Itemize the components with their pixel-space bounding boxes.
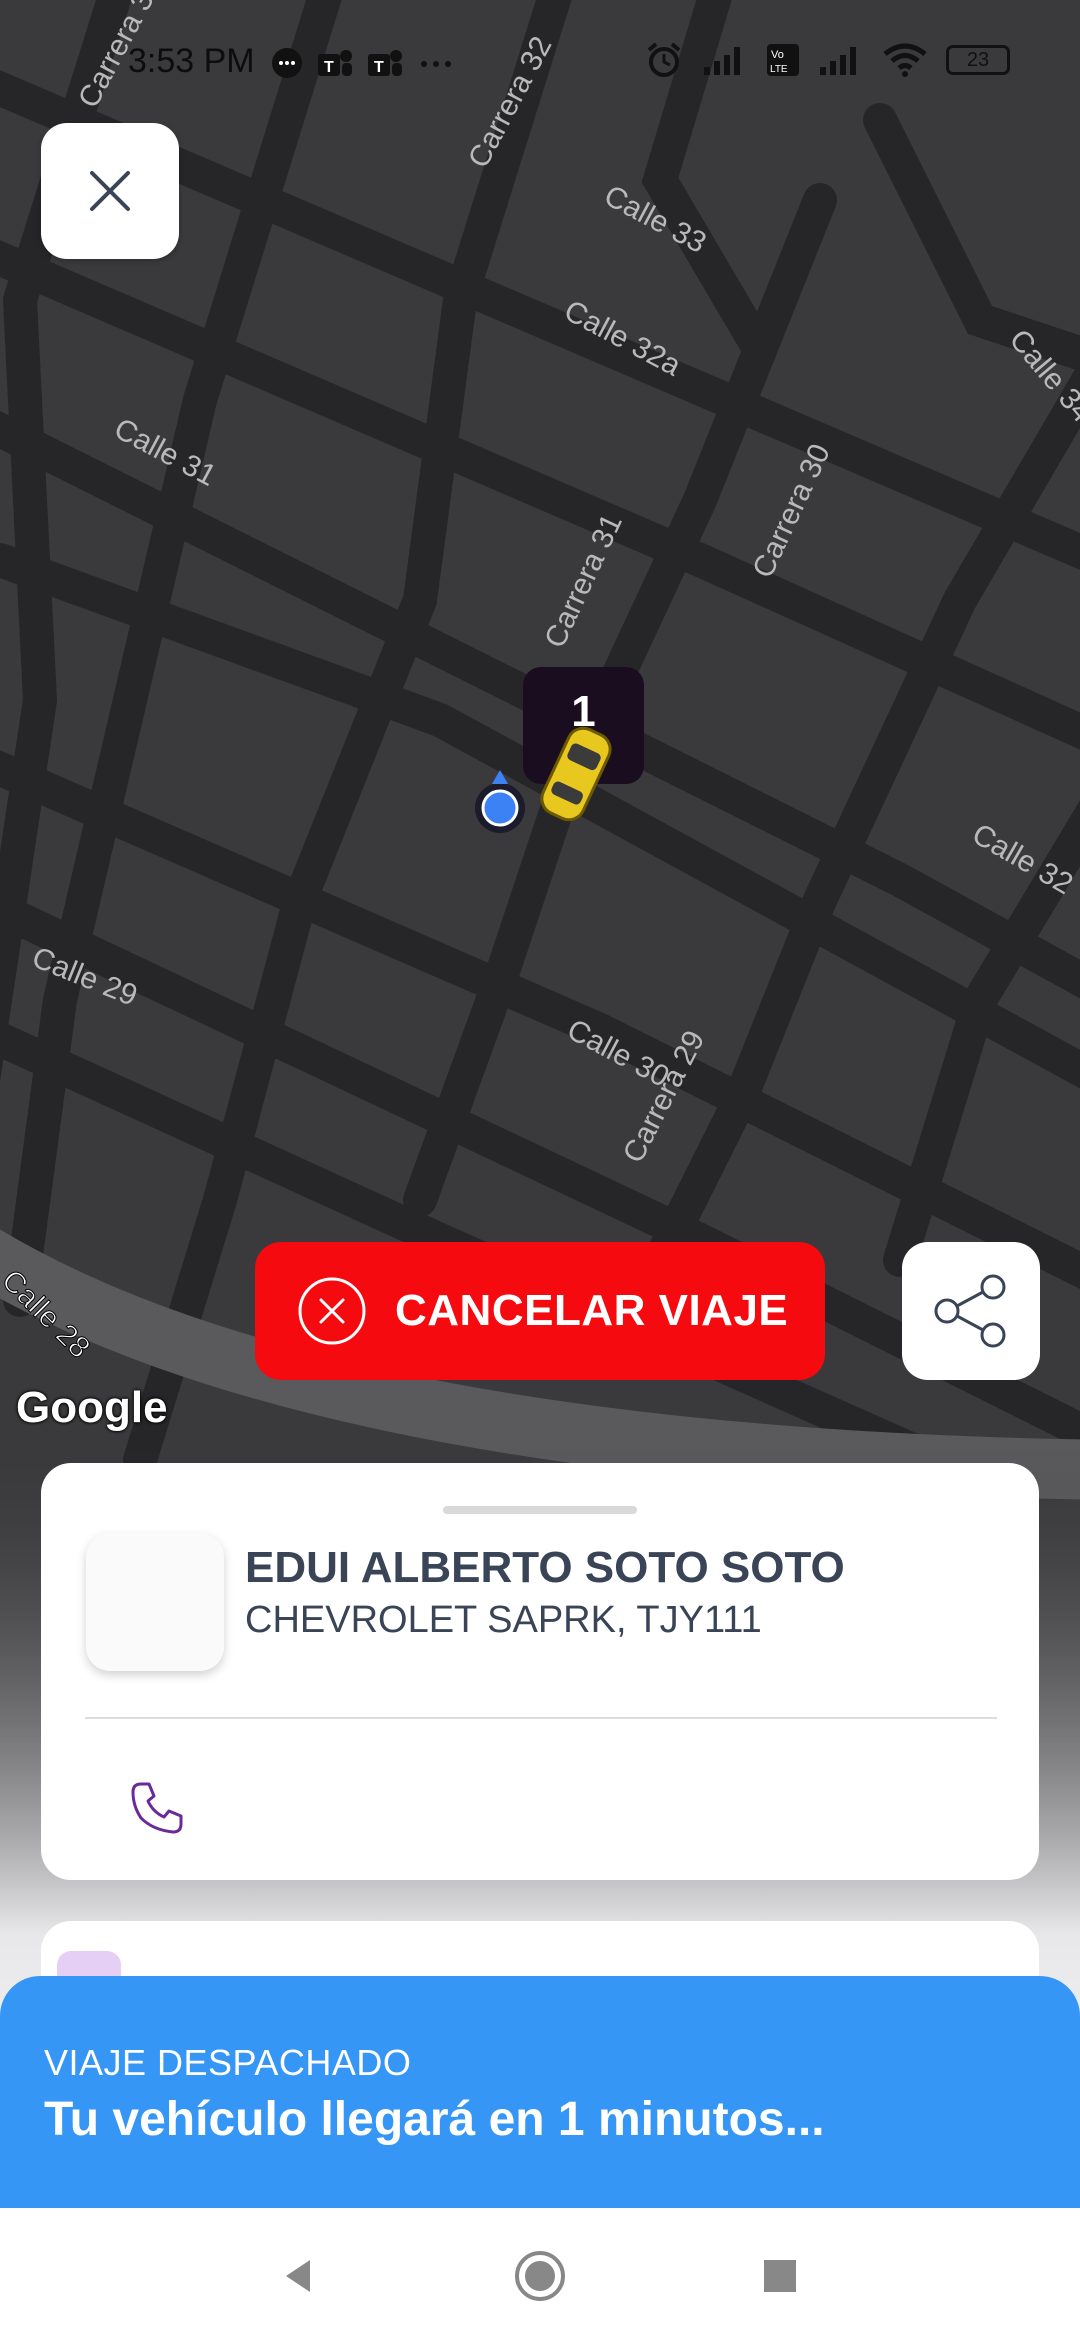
volte-icon: Vo LTE bbox=[766, 43, 800, 77]
teams-icon: T bbox=[366, 46, 404, 80]
alarm-icon bbox=[644, 40, 684, 80]
cancel-trip-button[interactable]: CANCELAR VIAJE bbox=[255, 1242, 825, 1380]
taxi-icon[interactable] bbox=[536, 722, 616, 826]
trip-status-banner: VIAJE DESPACHADO Tu vehículo llegará en … bbox=[0, 1976, 1080, 2208]
signal-icon bbox=[702, 43, 748, 77]
recents-icon bbox=[762, 2258, 798, 2294]
share-icon bbox=[933, 1273, 1009, 1349]
phone-icon bbox=[127, 1778, 187, 1838]
recents-button[interactable] bbox=[740, 2236, 820, 2316]
cancel-circle-icon bbox=[297, 1276, 367, 1346]
wifi-icon bbox=[882, 42, 928, 78]
status-time: 3:53 PM bbox=[128, 42, 255, 81]
drag-handle[interactable] bbox=[443, 1506, 637, 1514]
trip-status: VIAJE DESPACHADO bbox=[44, 2042, 411, 2084]
signal-icon bbox=[818, 43, 864, 77]
svg-text:T: T bbox=[374, 59, 384, 76]
close-icon bbox=[88, 169, 132, 213]
google-attribution: Google bbox=[16, 1383, 168, 1433]
battery-level: 23 bbox=[967, 49, 989, 72]
status-bar: 3:53 PM T T Vo LTE 23 bbox=[0, 0, 1080, 120]
cancel-trip-label: CANCELAR VIAJE bbox=[395, 1286, 788, 1336]
more-icon bbox=[416, 46, 456, 80]
call-driver-button[interactable] bbox=[117, 1773, 197, 1843]
home-button[interactable] bbox=[500, 2236, 580, 2316]
avatar bbox=[86, 1533, 224, 1671]
driver-name: EDUI ALBERTO SOTO SOTO bbox=[245, 1543, 845, 1593]
home-icon bbox=[512, 2248, 568, 2304]
back-button[interactable] bbox=[258, 2236, 338, 2316]
divider bbox=[85, 1717, 997, 1719]
share-button[interactable] bbox=[902, 1242, 1040, 1380]
svg-text:Vo: Vo bbox=[771, 49, 784, 61]
chat-icon bbox=[270, 46, 304, 80]
teams-icon: T bbox=[316, 46, 354, 80]
svg-text:LTE: LTE bbox=[770, 64, 788, 75]
system-nav-bar bbox=[0, 2208, 1080, 2340]
arrival-message: Tu vehículo llegará en 1 minutos... bbox=[44, 2092, 825, 2147]
vehicle-info: CHEVROLET SAPRK, TJY111 bbox=[245, 1599, 762, 1642]
notification-icons: T T bbox=[270, 46, 456, 80]
battery-icon: 23 bbox=[946, 45, 1010, 75]
driver-card: EDUI ALBERTO SOTO SOTO CHEVROLET SAPRK, … bbox=[41, 1463, 1039, 1880]
system-icons: Vo LTE 23 bbox=[644, 40, 1010, 80]
svg-text:T: T bbox=[324, 59, 334, 76]
close-button[interactable] bbox=[41, 123, 179, 259]
back-icon bbox=[278, 2256, 318, 2296]
